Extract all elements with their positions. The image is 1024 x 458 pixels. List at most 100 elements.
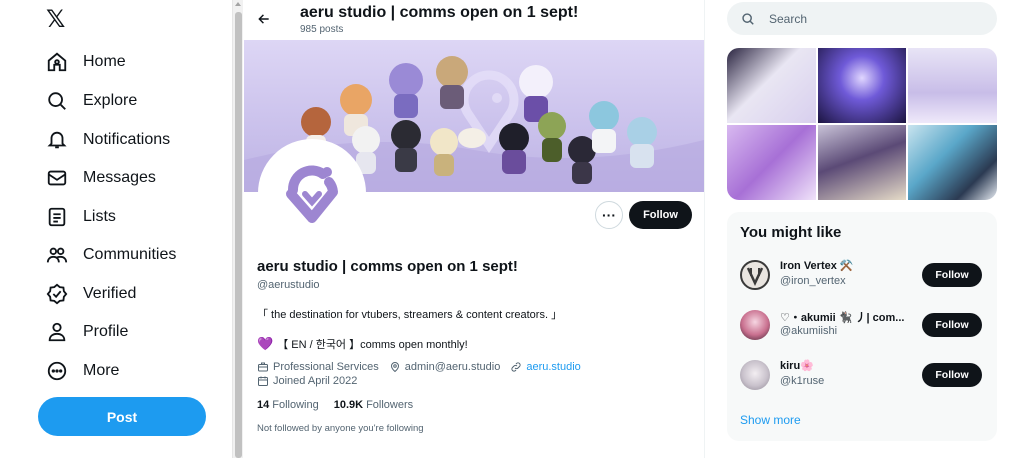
nav-label: Profile: [83, 323, 129, 340]
nav-label: More: [83, 362, 120, 379]
nav-label: Lists: [83, 208, 116, 225]
media-thumbnail[interactable]: [727, 125, 816, 200]
person-icon: [46, 321, 68, 343]
media-thumbnail[interactable]: [908, 125, 997, 200]
email-item: admin@aeru.studio: [389, 361, 501, 373]
list-icon: [46, 206, 68, 228]
search-icon: [46, 90, 68, 112]
more-circle-icon: [46, 360, 68, 382]
media-thumbnail[interactable]: [817, 125, 907, 200]
following-label: Following: [272, 399, 319, 411]
people-icon: [46, 244, 68, 266]
nav-item-more[interactable]: More: [46, 356, 119, 386]
nav-label: Messages: [83, 169, 156, 186]
suggestion-name: Iron Vertex ⚒️: [780, 260, 854, 272]
briefcase-icon: [258, 362, 268, 372]
website-item[interactable]: aeru.studio: [510, 361, 581, 373]
follow-button[interactable]: Follow: [922, 363, 982, 387]
nav-item-messages[interactable]: Messages: [46, 163, 156, 193]
link-icon: [511, 362, 521, 372]
back-arrow-icon[interactable]: [257, 10, 271, 31]
suggestion-item[interactable]: Iron Vertex ⚒️ @iron_vertex Follow: [740, 257, 985, 293]
category-label: Professional Services: [273, 361, 379, 373]
nav-label: Notifications: [83, 131, 171, 148]
joined-row: Joined April 2022: [257, 375, 367, 387]
suggestion-handle: @akumiishi: [780, 325, 838, 337]
who-to-follow-panel: You might like Iron Vertex ⚒️ @iron_vert…: [727, 212, 997, 441]
media-thumbnail[interactable]: [817, 48, 907, 123]
nav-item-notifications[interactable]: Notifications: [46, 125, 170, 155]
nav-label: Verified: [83, 285, 137, 302]
nav-item-explore[interactable]: Explore: [46, 86, 137, 116]
search-icon: [742, 12, 754, 25]
media-thumbnail[interactable]: [727, 48, 816, 123]
follow-counts: 14 Following 10.9K Followers: [257, 399, 428, 411]
profile-column: aeru studio | comms open on 1 sept! 985 …: [243, 0, 705, 458]
avatar[interactable]: [740, 360, 770, 390]
purple-heart-icon: 💜: [257, 336, 274, 351]
post-count: 985 posts: [300, 24, 344, 35]
media-thumbnail[interactable]: [908, 48, 997, 123]
following-count: 14: [257, 399, 270, 411]
header-title: aeru studio | comms open on 1 sept!: [300, 4, 579, 21]
suggestion-item[interactable]: ♡・akumii 🐈‍⬛ ⼃| com... @akumiishi Follow: [740, 307, 985, 343]
nav-item-home[interactable]: Home: [46, 47, 126, 77]
mail-icon: [46, 167, 68, 189]
left-navigation: 𝕏 Home Explore Notifications Messages Li…: [0, 0, 232, 458]
profile-name: aeru studio | comms open on 1 sept!: [257, 258, 518, 275]
bell-icon: [46, 129, 68, 151]
search-box[interactable]: [727, 2, 997, 35]
verified-icon: [46, 283, 68, 305]
follow-button[interactable]: Follow: [629, 201, 692, 229]
home-icon: [46, 51, 68, 73]
mutual-followers-note: Not followed by anyone you're following: [257, 423, 424, 434]
followers-label: Followers: [366, 399, 414, 411]
email-label: admin@aeru.studio: [404, 361, 501, 373]
panel-title: You might like: [740, 224, 842, 241]
suggestion-handle: @iron_vertex: [780, 275, 846, 287]
aeru-logo-icon: [286, 165, 338, 223]
following-link[interactable]: 14 Following: [257, 399, 319, 411]
location-pin-icon: [390, 362, 399, 373]
nav-label: Home: [83, 53, 126, 70]
nav-item-verified[interactable]: Verified: [46, 279, 136, 309]
follow-button[interactable]: Follow: [922, 313, 982, 337]
bio-line: 💜 【 EN / 한국어 】comms open monthly!: [257, 336, 468, 352]
profile-handle: @aerustudio: [257, 279, 320, 291]
scrollbar-thumb[interactable]: [235, 12, 242, 458]
nav-item-profile[interactable]: Profile: [46, 317, 128, 347]
category-item: Professional Services: [257, 361, 379, 373]
website-link[interactable]: aeru.studio: [526, 361, 580, 373]
avatar[interactable]: [740, 310, 770, 340]
post-button[interactable]: Post: [38, 397, 206, 436]
right-sidebar: You might like Iron Vertex ⚒️ @iron_vert…: [705, 0, 1024, 458]
nav-item-communities[interactable]: Communities: [46, 240, 176, 270]
search-input[interactable]: [769, 11, 969, 26]
joined-label: Joined April 2022: [273, 375, 358, 387]
nav-label: Communities: [83, 246, 177, 263]
show-more-link[interactable]: Show more: [740, 413, 801, 427]
media-grid: [727, 48, 997, 200]
nav-label: Explore: [83, 92, 138, 109]
profile-avatar[interactable]: [258, 139, 366, 247]
scrollbar[interactable]: [232, 0, 243, 458]
suggestion-handle: @k1ruse: [780, 375, 825, 387]
calendar-icon: [258, 376, 268, 386]
bio-text: 【 EN / 한국어 】comms open monthly!: [277, 339, 468, 351]
nav-item-lists[interactable]: Lists: [46, 202, 116, 232]
suggestion-name: ♡・akumii 🐈‍⬛ ⼃| com...: [780, 312, 905, 324]
suggestion-name: kiru🌸: [780, 360, 814, 372]
followers-count: 10.9K: [333, 399, 364, 411]
profile-header-bar: aeru studio | comms open on 1 sept! 985 …: [243, 0, 705, 40]
joined-item: Joined April 2022: [257, 375, 357, 387]
more-options-button[interactable]: ···: [595, 201, 623, 229]
profile-meta: Professional Services admin@aeru.studio …: [257, 361, 591, 373]
x-logo[interactable]: 𝕏: [46, 8, 70, 32]
avatar[interactable]: [740, 260, 770, 290]
followers-link[interactable]: 10.9K Followers: [334, 399, 413, 411]
follow-button[interactable]: Follow: [922, 263, 982, 287]
iron-vertex-logo-icon: [746, 267, 764, 286]
scroll-up-arrow[interactable]: [235, 2, 241, 6]
bio-line: 「 the destination for vtubers, streamers…: [257, 309, 563, 321]
suggestion-item[interactable]: kiru🌸 @k1ruse Follow: [740, 357, 985, 393]
